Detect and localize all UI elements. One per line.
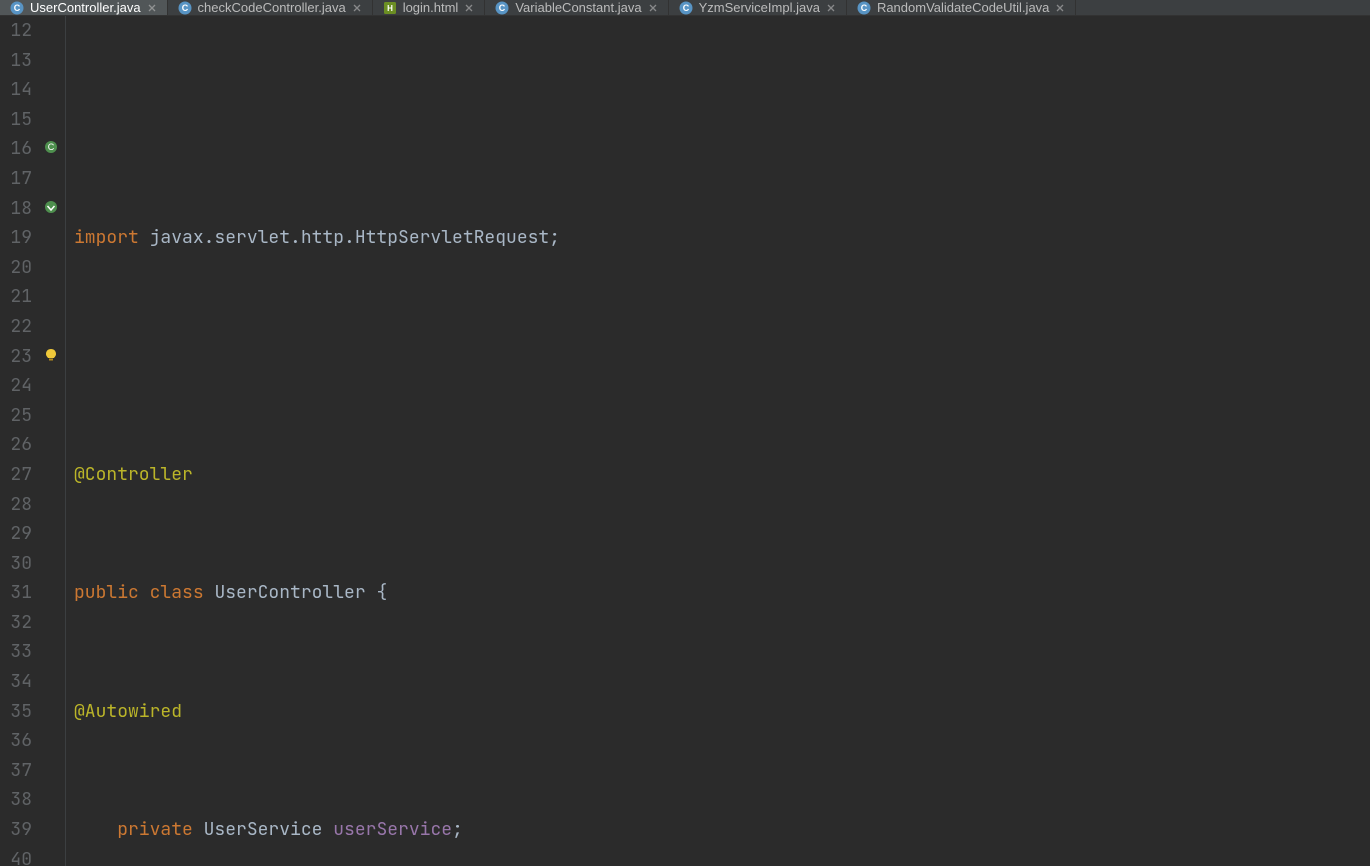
close-icon[interactable]	[648, 3, 658, 13]
code-line[interactable]: public class UserController {	[74, 578, 1370, 608]
line-number: 18	[0, 194, 32, 224]
svg-text:C: C	[14, 3, 21, 13]
svg-text:H: H	[387, 4, 393, 13]
java-file-icon: C	[10, 1, 24, 15]
line-number: 32	[0, 608, 32, 638]
java-file-icon: C	[495, 1, 509, 15]
code-line[interactable]	[74, 342, 1370, 372]
line-number: 13	[0, 46, 32, 76]
line-number-gutter: 1213141516171819202122232425262728293031…	[0, 16, 38, 866]
line-number: 21	[0, 282, 32, 312]
class-icon: C	[42, 138, 60, 156]
tab-login-html[interactable]: H login.html	[373, 0, 486, 15]
line-number: 16	[0, 134, 32, 164]
tab-label: UserController.java	[30, 0, 141, 15]
close-icon[interactable]	[826, 3, 836, 13]
close-icon[interactable]	[352, 3, 362, 13]
code-area[interactable]: import javax.servlet.http.HttpServletReq…	[66, 16, 1370, 866]
line-number: 33	[0, 637, 32, 667]
bulb-icon[interactable]	[42, 346, 60, 364]
line-number: 30	[0, 549, 32, 579]
close-icon[interactable]	[147, 3, 157, 13]
line-number: 40	[0, 845, 32, 866]
editor-tabbar: C UserController.java C checkCodeControl…	[0, 0, 1370, 16]
svg-text:C: C	[682, 3, 689, 13]
tab-yzmserviceimpl[interactable]: C YzmServiceImpl.java	[669, 0, 847, 15]
line-number: 36	[0, 726, 32, 756]
tab-label: checkCodeController.java	[198, 0, 346, 15]
svg-text:C: C	[499, 3, 506, 13]
code-editor[interactable]: 1213141516171819202122232425262728293031…	[0, 16, 1370, 866]
line-number: 26	[0, 430, 32, 460]
code-line[interactable]: @Autowired	[74, 697, 1370, 727]
tab-randomvalidatecodeutil[interactable]: C RandomValidateCodeUtil.java	[847, 0, 1076, 15]
java-file-icon: C	[178, 1, 192, 15]
icon-gutter: C	[38, 16, 66, 866]
line-number: 28	[0, 490, 32, 520]
tab-variableconstant[interactable]: C VariableConstant.java	[485, 0, 668, 15]
tab-checkcodecontroller[interactable]: C checkCodeController.java	[168, 0, 373, 15]
code-line[interactable]: @Controller	[74, 460, 1370, 490]
line-number: 27	[0, 460, 32, 490]
code-line[interactable]: private UserService userService;	[74, 815, 1370, 845]
line-number: 31	[0, 578, 32, 608]
line-number: 25	[0, 401, 32, 431]
line-number: 20	[0, 253, 32, 283]
line-number: 34	[0, 667, 32, 697]
line-number: 37	[0, 756, 32, 786]
line-number: 19	[0, 223, 32, 253]
code-line[interactable]	[74, 105, 1370, 135]
line-number: 14	[0, 75, 32, 105]
line-number: 38	[0, 785, 32, 815]
tab-label: VariableConstant.java	[515, 0, 641, 15]
override-icon	[42, 198, 60, 216]
tab-label: login.html	[403, 0, 459, 15]
line-number: 17	[0, 164, 32, 194]
java-file-icon: C	[857, 1, 871, 15]
line-number: 29	[0, 519, 32, 549]
close-icon[interactable]	[464, 3, 474, 13]
close-icon[interactable]	[1055, 3, 1065, 13]
svg-text:C: C	[861, 3, 868, 13]
line-number: 12	[0, 16, 32, 46]
line-number: 22	[0, 312, 32, 342]
line-number: 23	[0, 342, 32, 372]
tab-usercontroller[interactable]: C UserController.java	[0, 0, 168, 15]
line-number: 35	[0, 697, 32, 727]
tab-label: YzmServiceImpl.java	[699, 0, 820, 15]
line-number: 15	[0, 105, 32, 135]
line-number: 24	[0, 371, 32, 401]
svg-text:C: C	[48, 142, 55, 152]
tab-label: RandomValidateCodeUtil.java	[877, 0, 1049, 15]
java-file-icon: C	[679, 1, 693, 15]
line-number: 39	[0, 815, 32, 845]
html-file-icon: H	[383, 1, 397, 15]
code-line[interactable]: import javax.servlet.http.HttpServletReq…	[74, 223, 1370, 253]
svg-text:C: C	[181, 3, 188, 13]
